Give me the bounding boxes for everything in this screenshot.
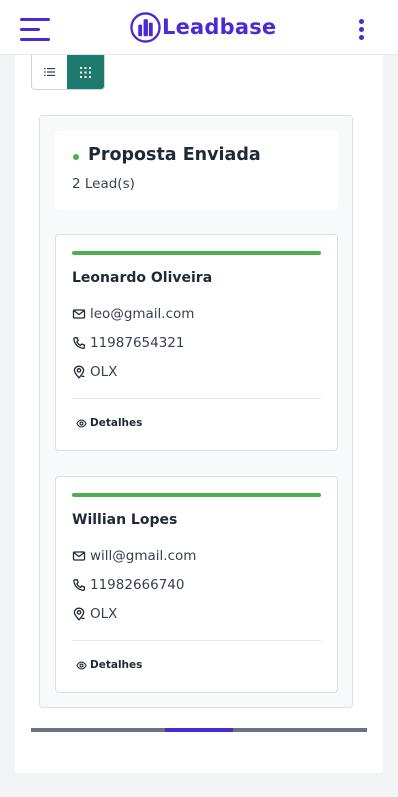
kanban-board: Proposta Enviada 2 Lead(s) Leonardo Oliv… — [15, 55, 383, 773]
lead-email: leo@gmail.com — [90, 306, 195, 322]
vertical-dots-icon[interactable] — [356, 17, 366, 41]
location-icon — [73, 607, 85, 621]
grid-view-button[interactable] — [67, 55, 104, 89]
details-button[interactable]: Detalhes — [76, 655, 142, 675]
lead-phone-row: 11987654321 — [72, 334, 184, 352]
brand-name: Leadbase — [162, 15, 277, 39]
view-toggle — [31, 55, 105, 90]
lead-card[interactable]: Willian Lopes will@gmail.com 11982666740… — [55, 476, 338, 693]
lead-status-bar — [72, 493, 321, 497]
hamburger-menu-icon[interactable] — [20, 18, 52, 42]
lead-count: 2 Lead(s) — [72, 176, 135, 192]
lead-email: will@gmail.com — [90, 548, 197, 564]
lead-name: Leonardo Oliveira — [72, 270, 213, 286]
top-bar: Leadbase — [0, 0, 398, 55]
details-label: Detalhes — [90, 659, 143, 671]
grid-view-icon — [80, 66, 92, 78]
lead-status-bar — [72, 251, 321, 255]
list-view-icon — [43, 68, 55, 76]
kanban-column: Proposta Enviada 2 Lead(s) Leonardo Oliv… — [39, 115, 353, 708]
lead-phone-row: 11982666740 — [72, 576, 184, 594]
lead-email-row: will@gmail.com — [72, 547, 196, 565]
details-label: Detalhes — [90, 417, 143, 429]
lead-source-row: OLX — [72, 363, 117, 381]
lead-phone: 11982666740 — [90, 577, 185, 593]
horizontal-scrollbar[interactable] — [31, 728, 367, 732]
phone-icon — [73, 579, 86, 591]
lead-email-row: leo@gmail.com — [72, 305, 194, 323]
eye-icon — [76, 660, 87, 670]
location-icon — [73, 365, 85, 379]
scrollbar-thumb[interactable] — [165, 728, 233, 732]
details-button[interactable]: Detalhes — [76, 413, 142, 433]
lead-phone: 11987654321 — [90, 335, 185, 351]
brand-logo[interactable]: Leadbase — [130, 11, 276, 43]
card-divider — [72, 398, 321, 399]
lead-source-row: OLX — [72, 605, 117, 623]
column-title: Proposta Enviada — [88, 145, 261, 165]
building-logo-icon — [130, 11, 161, 43]
column-header: Proposta Enviada 2 Lead(s) — [55, 131, 338, 210]
lead-source: OLX — [90, 364, 118, 380]
lead-source: OLX — [90, 606, 118, 622]
lead-card[interactable]: Leonardo Oliveira leo@gmail.com 11987654… — [55, 234, 338, 451]
phone-icon — [73, 337, 86, 349]
card-divider — [72, 640, 321, 641]
eye-icon — [76, 418, 87, 428]
list-view-button[interactable] — [32, 55, 67, 89]
lead-name: Willian Lopes — [72, 512, 178, 528]
status-dot — [73, 154, 79, 160]
mail-icon — [72, 309, 86, 319]
mail-icon — [72, 551, 86, 561]
